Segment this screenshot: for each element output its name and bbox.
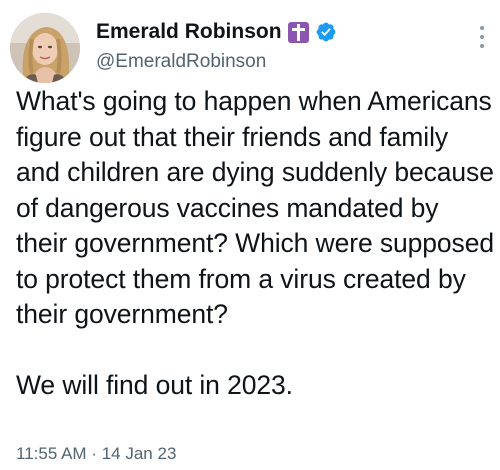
user-handle[interactable]: @EmeraldRobinson	[96, 51, 460, 73]
avatar-image	[10, 13, 80, 83]
verified-badge-icon	[315, 21, 337, 43]
cross-icon-glyph	[291, 23, 305, 41]
more-dot	[480, 26, 484, 30]
tweet-timestamp[interactable]: 11:55 AM · 14 Jan 23	[16, 444, 176, 464]
avatar[interactable]	[10, 13, 80, 83]
tweet-header: Emerald Robinson @EmeraldRobinson	[96, 18, 460, 73]
timestamp-separator: ·	[91, 444, 97, 463]
tweet-date: 14 Jan 23	[101, 444, 177, 463]
tweet-card: Emerald Robinson @EmeraldRobinson What's…	[0, 0, 500, 470]
cross-icon	[287, 21, 309, 43]
display-name[interactable]: Emerald Robinson	[96, 20, 282, 44]
tweet-text: What's going to happen when Americans fi…	[16, 86, 494, 400]
verified-badge-glyph	[316, 22, 335, 42]
more-dot	[480, 35, 484, 39]
more-dot	[480, 44, 484, 48]
more-options-icon[interactable]	[478, 26, 486, 48]
tweet-time: 11:55 AM	[16, 444, 87, 463]
name-row: Emerald Robinson	[96, 18, 460, 46]
